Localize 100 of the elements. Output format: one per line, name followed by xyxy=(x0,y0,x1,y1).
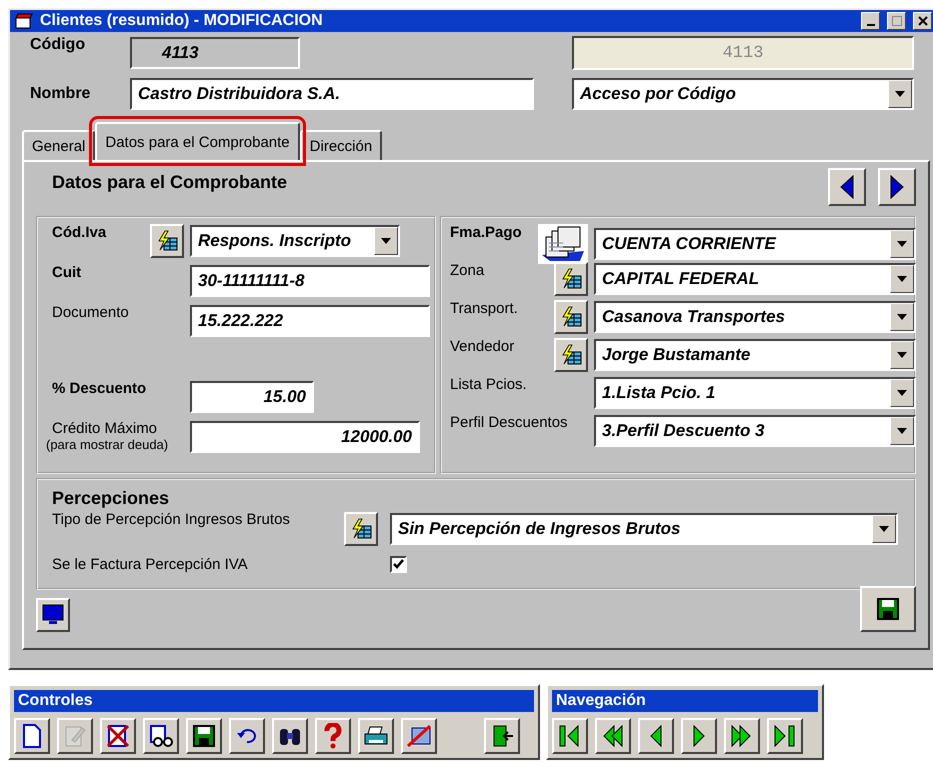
select-field[interactable]: 3.Perfil Descuento 3 xyxy=(594,415,916,447)
first-button[interactable] xyxy=(552,718,588,754)
glasses-document-icon xyxy=(149,724,173,748)
field-label: Lista Pcios. xyxy=(450,376,527,393)
caret-icon xyxy=(895,91,905,97)
field-label: Tipo de Percepción Ingresos Brutos xyxy=(52,511,291,528)
text-field[interactable]: 15.222.222 xyxy=(190,305,430,337)
minimize-button[interactable] xyxy=(861,12,880,30)
pencil-document-icon xyxy=(64,724,86,748)
exit-button[interactable] xyxy=(484,718,520,754)
code-label: Código xyxy=(30,36,86,54)
field-label: Perfil Descuentos xyxy=(450,414,568,431)
save-icon xyxy=(193,725,215,747)
cancel-grid-icon xyxy=(406,724,432,748)
field-label: Zona xyxy=(450,262,484,279)
select-field[interactable]: Casanova Transportes xyxy=(594,301,916,333)
monitor-button[interactable] xyxy=(36,598,70,632)
tab[interactable]: Dirección xyxy=(300,130,382,160)
section-title: Percepciones xyxy=(52,488,170,509)
next-button[interactable] xyxy=(681,718,717,754)
help-button[interactable] xyxy=(315,718,351,754)
caret-icon xyxy=(897,241,907,247)
field-label: Fma.Pago xyxy=(450,224,522,241)
next-button[interactable] xyxy=(878,168,916,206)
close-button[interactable] xyxy=(913,12,932,30)
edit-list-button[interactable] xyxy=(143,718,179,754)
tab[interactable]: General xyxy=(22,130,96,160)
select-field[interactable]: Respons. Inscripto xyxy=(190,225,400,257)
select-field[interactable]: CUENTA CORRIENTE xyxy=(594,228,916,260)
field-label: % Descuento xyxy=(52,380,148,397)
text-field[interactable]: 30-11111111-8 xyxy=(190,265,430,297)
section-title: Datos para el Comprobante xyxy=(52,172,288,193)
right-arrow-icon xyxy=(890,175,904,199)
left-arrow-icon xyxy=(648,723,664,749)
caret-icon xyxy=(897,314,907,320)
access-select[interactable]: Acceso por Código xyxy=(572,78,914,110)
lookup-button[interactable] xyxy=(554,262,588,296)
window-title: Clientes (resumido) - MODIFICACION xyxy=(40,12,324,30)
lookup-button[interactable] xyxy=(554,300,588,334)
help-icon xyxy=(322,723,344,749)
next-page-button[interactable] xyxy=(724,718,760,754)
monitor-icon xyxy=(41,604,65,626)
select-field[interactable]: Sin Percepción de Ingresos Brutos xyxy=(390,513,898,545)
new-button[interactable] xyxy=(14,718,50,754)
toolbar-title: Controles xyxy=(14,690,534,712)
field-label: Documento xyxy=(52,304,130,321)
select-field[interactable]: CAPITAL FEDERAL xyxy=(594,263,916,295)
print-button[interactable] xyxy=(358,718,394,754)
field-label: Crédito Máximo xyxy=(52,420,158,437)
undo-icon xyxy=(236,727,258,745)
card-stack-icon xyxy=(540,225,586,263)
undo-button[interactable] xyxy=(229,718,265,754)
lookup-button[interactable] xyxy=(150,224,184,258)
name-label: Nombre xyxy=(30,85,92,103)
field-label: Transport. xyxy=(450,300,518,317)
field-label: Vendedor xyxy=(450,338,514,355)
last-record-icon xyxy=(773,723,797,749)
document-icon xyxy=(22,724,42,748)
code-readonly-field: 4113 xyxy=(572,36,914,70)
delete-button[interactable] xyxy=(100,718,136,754)
close-icon xyxy=(918,16,928,26)
card-file-icon xyxy=(14,12,34,30)
caret-icon xyxy=(897,390,907,396)
previous-button[interactable] xyxy=(828,168,866,206)
caret-icon xyxy=(897,428,907,434)
double-left-arrow-icon xyxy=(601,723,625,749)
code-field[interactable]: 4113 xyxy=(130,37,300,69)
name-field[interactable]: Castro Distribuidora S.A. xyxy=(130,78,534,110)
caret-icon xyxy=(897,276,907,282)
left-arrow-icon xyxy=(840,175,854,199)
printer-icon xyxy=(363,725,389,747)
save-button[interactable] xyxy=(186,718,222,754)
lookup-button[interactable] xyxy=(344,512,378,546)
check-icon xyxy=(393,559,404,569)
caret-icon xyxy=(897,352,907,358)
field-label: Cód.Iva xyxy=(52,224,108,241)
checkbox[interactable] xyxy=(390,556,407,572)
prev-page-button[interactable] xyxy=(595,718,631,754)
field-note: (para mostrar deuda) xyxy=(46,437,170,452)
amount-field[interactable]: 15.00 xyxy=(190,381,314,413)
caret-icon xyxy=(381,238,391,244)
maximize-icon xyxy=(892,16,902,26)
cancel-button[interactable] xyxy=(401,718,437,754)
save-icon xyxy=(877,598,899,620)
delete-document-icon xyxy=(106,724,130,748)
select-field[interactable]: Jorge Bustamante xyxy=(594,339,916,371)
field-label: Cuit xyxy=(52,264,82,281)
toolbar-title: Navegación xyxy=(552,690,818,712)
amount-field[interactable]: 12000.00 xyxy=(190,421,420,453)
prev-button[interactable] xyxy=(638,718,674,754)
search-button[interactable] xyxy=(272,718,308,754)
caret-icon xyxy=(879,526,889,532)
payment-cards-button[interactable] xyxy=(538,224,588,264)
maximize-button[interactable] xyxy=(887,12,906,30)
right-arrow-icon xyxy=(691,723,707,749)
lookup-button[interactable] xyxy=(554,338,588,372)
last-button[interactable] xyxy=(767,718,803,754)
select-field[interactable]: 1.Lista Pcio. 1 xyxy=(594,377,916,409)
checkbox-label: Se le Factura Percepción IVA xyxy=(52,556,249,572)
save-button[interactable] xyxy=(860,586,916,632)
